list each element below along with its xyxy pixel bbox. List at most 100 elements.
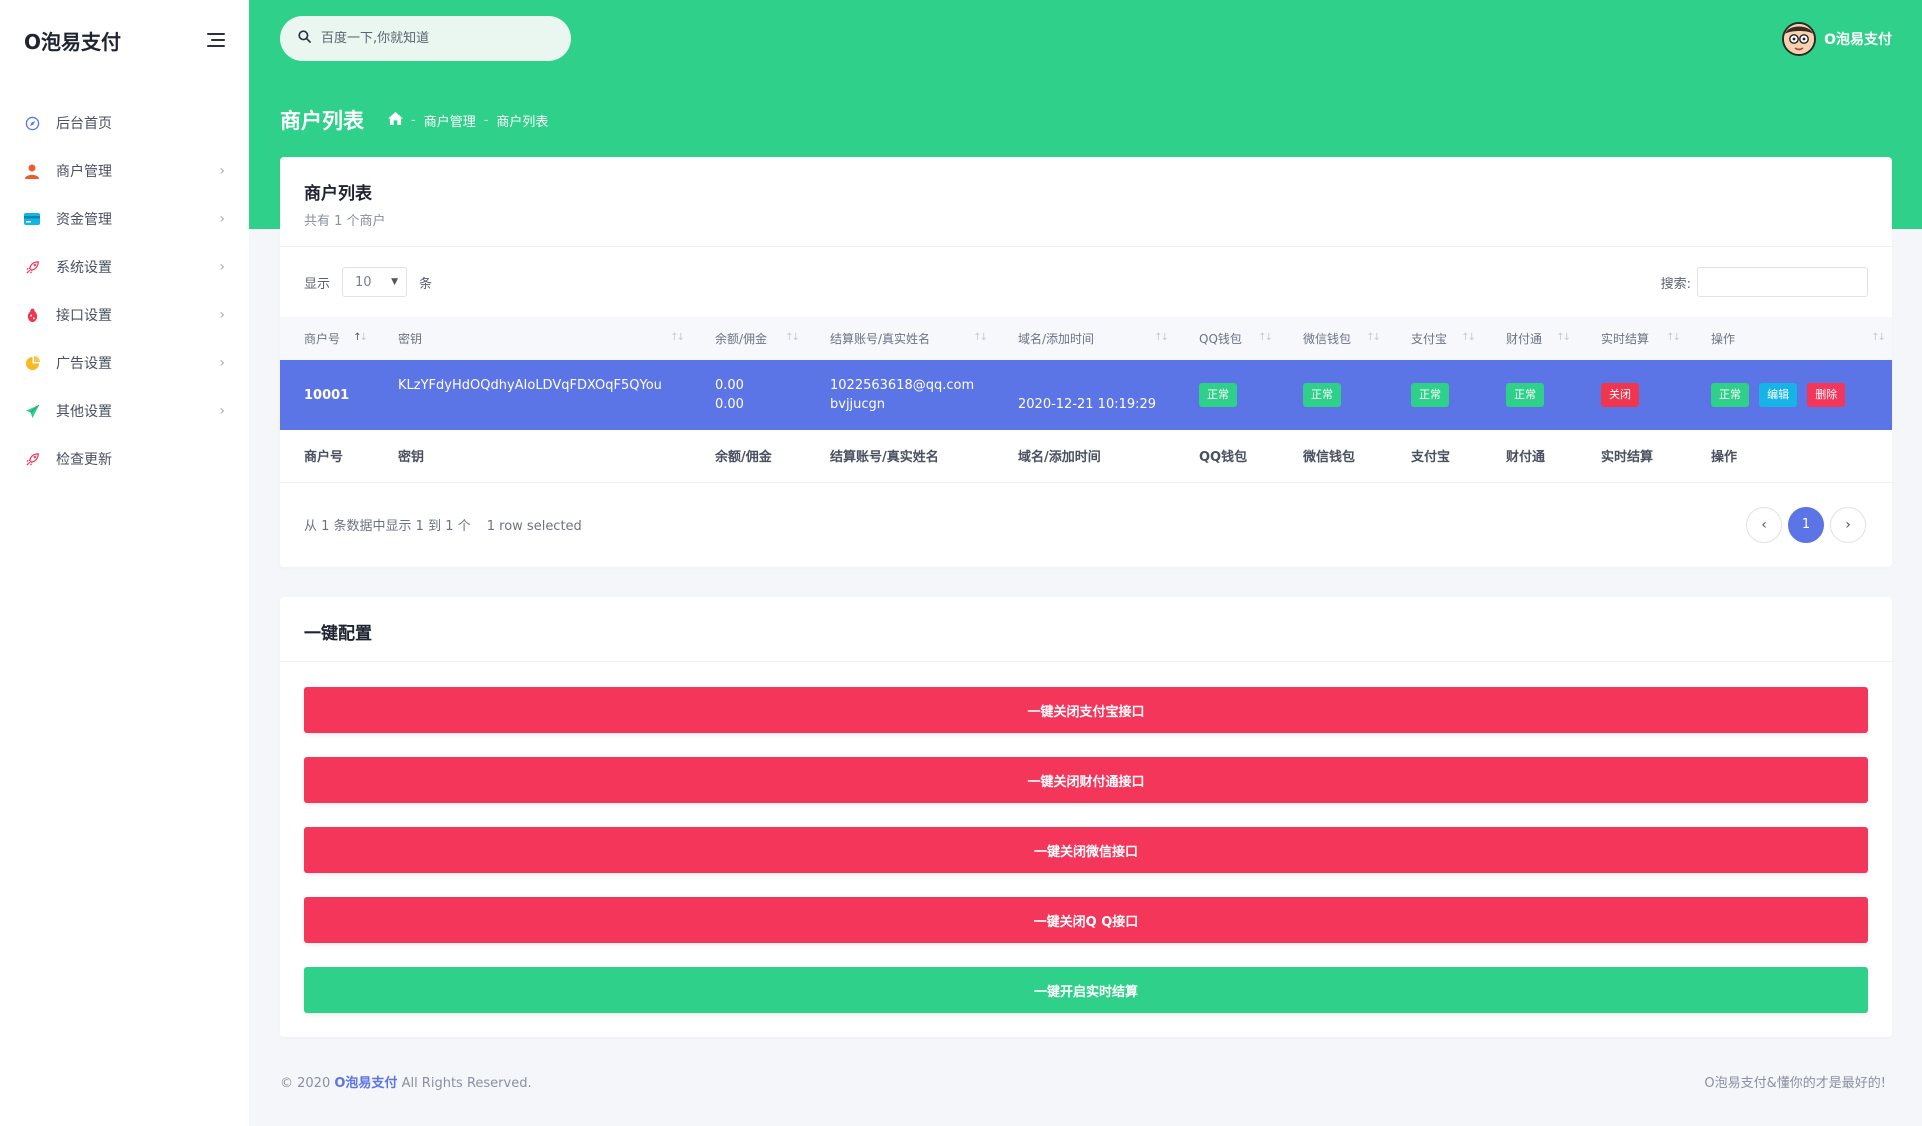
search-box[interactable] (280, 16, 571, 61)
cell-merchant-id: 10001 (304, 387, 350, 403)
status-button[interactable]: 正常 (1711, 383, 1749, 407)
domain-value (1018, 376, 1175, 395)
sidebar-item-ad-settings[interactable]: 广告设置 › (0, 339, 249, 387)
alipay-status-badge[interactable]: 正常 (1411, 383, 1449, 407)
search-input[interactable] (321, 31, 551, 46)
column-header[interactable]: 操作 ↑↓ (1687, 317, 1892, 360)
card-title: 商户列表 (304, 184, 372, 204)
sidebar-item-label: 其他设置 (56, 404, 112, 420)
table-search-label: 搜索: (1660, 276, 1691, 292)
sort-icon: ↑↓ (1366, 332, 1381, 343)
column-header[interactable]: 域名/添加时间 ↑↓ (994, 317, 1175, 360)
sidebar-item-dashboard[interactable]: 后台首页 (0, 99, 249, 147)
added-time-value: 2020-12-21 10:19:29 (1018, 397, 1157, 412)
page-length: 显示 10 ▼ 条 (304, 267, 432, 297)
real-name-value: bvjjucgn (830, 397, 886, 412)
delete-button[interactable]: 删除 (1807, 383, 1846, 407)
column-header[interactable]: 实时结算 ↑↓ (1577, 317, 1687, 360)
breadcrumb: - 商户管理 - 商户列表 (388, 111, 548, 130)
sidebar-item-funds[interactable]: 资金管理 › (0, 195, 249, 243)
next-page-button[interactable]: › (1830, 506, 1866, 543)
sidebar-item-label: 接口设置 (56, 308, 112, 324)
sort-icon: ↑↓ (670, 332, 685, 343)
menu-toggle-button[interactable] (207, 33, 225, 47)
sort-icon: ↑↓ (353, 332, 368, 343)
breadcrumb-item[interactable]: 商户管理 (424, 111, 476, 130)
search-icon (298, 30, 311, 47)
sidebar-item-merchants[interactable]: 商户管理 › (0, 147, 249, 195)
card-subtitle: 共有 1 个商户 (304, 214, 386, 229)
sidebar-item-check-update[interactable]: 检查更新 (0, 435, 249, 483)
table-footer-row: 商户号 密钥 余额/佣金 结算账号/真实姓名 域名/添加时间 QQ钱包 微信钱包… (280, 430, 1892, 482)
page-button-current[interactable]: 1 (1788, 506, 1824, 543)
sort-icon: ↑↓ (1556, 332, 1571, 343)
sort-icon: ↑↓ (1461, 332, 1476, 343)
sidebar-item-interface-settings[interactable]: 接口设置 › (0, 291, 249, 339)
send-icon (24, 403, 40, 419)
realtime-status-badge[interactable]: 关闭 (1601, 383, 1639, 407)
column-footer: 结算账号/真实姓名 (830, 450, 939, 466)
column-header[interactable]: QQ钱包 ↑↓ (1175, 317, 1279, 360)
page-length-suffix: 条 (419, 276, 433, 292)
user-menu[interactable]: O泡易支付 (1782, 22, 1892, 56)
table-row[interactable]: 10001 KLzYFdyHdOQdhyAIoLDVqFDXOqF5QYou 0… (280, 360, 1892, 430)
sidebar-item-other-settings[interactable]: 其他设置 › (0, 387, 249, 435)
user-name: O泡易支付 (1824, 32, 1892, 48)
cell-balance: 0.00 0.00 (691, 360, 806, 430)
qq-status-badge[interactable]: 正常 (1199, 383, 1237, 407)
table-footer: 从 1 条数据中显示 1 到 1 个 1 row selected ‹ 1 › (280, 483, 1892, 567)
column-header[interactable]: 支付宝 ↑↓ (1387, 317, 1482, 360)
sidebar-item-label: 商户管理 (56, 164, 112, 180)
wechat-status-badge[interactable]: 正常 (1303, 383, 1341, 407)
page-length-select[interactable]: 10 ▼ (342, 267, 408, 297)
cell-account: 1022563618@qq.com bvjjucgn (806, 360, 994, 430)
column-header[interactable]: 微信钱包 ↑↓ (1279, 317, 1387, 360)
prev-page-button[interactable]: ‹ (1746, 506, 1782, 543)
sidebar-item-label: 后台首页 (56, 116, 112, 132)
config-button-list: 一键关闭支付宝接口 一键关闭财付通接口 一键关闭微信接口 一键关闭Q Q接口 一… (280, 662, 1892, 1013)
brand-name[interactable]: O泡易支付 (24, 26, 121, 55)
chevron-right-icon: › (219, 259, 225, 275)
sidebar: O泡易支付 后台首页 商户管理 › 资金管理 › 系统设置 › 接口设置 › 广… (0, 0, 249, 1126)
close-tenpay-button[interactable]: 一键关闭财付通接口 (304, 757, 1868, 803)
sidebar-item-system-settings[interactable]: 系统设置 › (0, 243, 249, 291)
column-header[interactable]: 结算账号/真实姓名 ↑↓ (806, 317, 994, 360)
table-search-input[interactable] (1697, 267, 1868, 297)
merchant-list-card: 商户列表 共有 1 个商户 显示 10 ▼ 条 搜索: 商户号 ↑↓ 密钥 ↑↓ 余… (280, 157, 1892, 567)
quick-config-card: 一键配置 一键关闭支付宝接口 一键关闭财付通接口 一键关闭微信接口 一键关闭Q … (280, 597, 1892, 1037)
selected-info-text: 1 row selected (486, 519, 582, 534)
table-filter: 搜索: (1661, 267, 1868, 297)
column-header[interactable]: 密钥 ↑↓ (374, 317, 691, 360)
column-header[interactable]: 财付通 ↑↓ (1482, 317, 1577, 360)
table-toolbar: 显示 10 ▼ 条 搜索: (280, 247, 1892, 317)
column-footer: 实时结算 (1601, 450, 1654, 466)
close-qq-button[interactable]: 一键关闭Q Q接口 (304, 897, 1868, 943)
breadcrumb-item: 商户列表 (496, 114, 549, 130)
column-footer: 密钥 (398, 450, 425, 466)
sidebar-item-label: 检查更新 (56, 452, 112, 468)
chevron-right-icon: › (219, 355, 225, 371)
footer-brand-link[interactable]: O泡易支付 (334, 1076, 397, 1091)
account-value: 1022563618@qq.com (830, 378, 975, 393)
column-header[interactable]: 余额/佣金 ↑↓ (691, 317, 806, 360)
copyright: © 2020 O泡易支付 All Rights Reserved. (280, 1072, 532, 1091)
column-header[interactable]: 商户号 ↑↓ (280, 317, 374, 360)
copyright-suffix: All Rights Reserved. (401, 1076, 532, 1091)
home-icon[interactable] (388, 111, 403, 129)
close-wechat-button[interactable]: 一键关闭微信接口 (304, 827, 1868, 873)
tenpay-status-badge[interactable]: 正常 (1506, 383, 1544, 407)
edit-button[interactable]: 编辑 (1759, 383, 1798, 407)
column-footer: 财付通 (1506, 450, 1546, 466)
card-title: 一键配置 (304, 624, 372, 644)
caret-down-icon: ▼ (391, 277, 399, 287)
cell-domain: 2020-12-21 10:19:29 (994, 360, 1175, 430)
sort-icon: ↑↓ (785, 332, 800, 343)
chevron-right-icon: › (219, 307, 225, 323)
sort-icon: ↑↓ (1666, 332, 1681, 343)
card-header: 商户列表 共有 1 个商户 (280, 157, 1892, 247)
close-alipay-button[interactable]: 一键关闭支付宝接口 (304, 687, 1868, 733)
sort-icon: ↑↓ (1258, 332, 1273, 343)
column-footer: 支付宝 (1411, 450, 1451, 466)
enable-realtime-settlement-button[interactable]: 一键开启实时结算 (304, 967, 1868, 1013)
copyright-prefix: © 2020 (280, 1076, 331, 1091)
